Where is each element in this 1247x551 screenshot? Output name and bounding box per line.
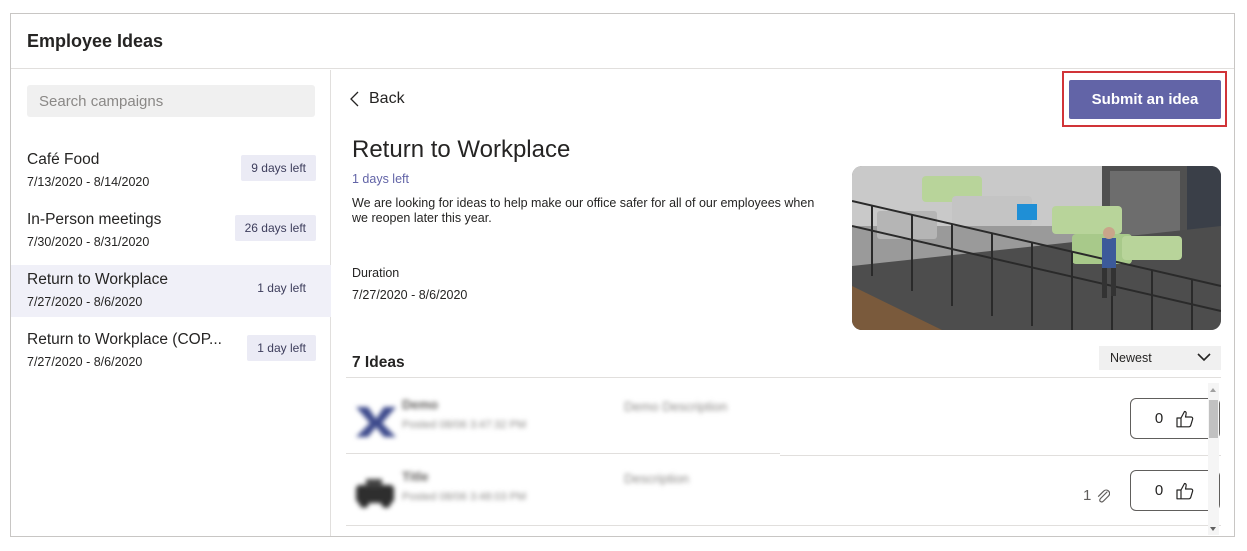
campaign-dates: 7/27/2020 - 8/6/2020 — [27, 355, 143, 369]
campaign-item-in-person-meetings[interactable]: In-Person meetings 7/30/2020 - 8/31/2020… — [11, 205, 331, 257]
chevron-down-icon — [1197, 353, 1211, 362]
idea-thumbnail — [356, 407, 396, 437]
paperclip-icon — [1098, 488, 1111, 502]
duration-label: Duration — [352, 266, 400, 280]
idea-meta: Posted 08/06 3:47:32 PM — [402, 419, 527, 431]
back-label: Back — [369, 90, 405, 107]
like-count: 0 — [1154, 410, 1164, 427]
campaign-name: Return to Workplace — [27, 271, 168, 288]
idea-description: Description — [624, 471, 690, 486]
idea-meta: Posted 08/06 3:48:03 PM — [402, 491, 527, 503]
scroll-down-arrow-icon[interactable] — [1210, 527, 1216, 531]
thumbs-up-icon — [1176, 482, 1194, 499]
chevron-left-icon — [350, 91, 359, 107]
campaign-sidebar: Café Food 7/13/2020 - 8/14/2020 9 days l… — [11, 70, 331, 536]
days-left-badge: 26 days left — [234, 215, 316, 241]
divider — [346, 525, 1221, 526]
days-left-badge: 9 days left — [241, 155, 316, 181]
days-left-badge: 1 day left — [257, 281, 306, 295]
days-left-text: 1 days left — [352, 172, 409, 186]
campaign-description: We are looking for ideas to help make ou… — [352, 196, 815, 225]
app-header: Employee Ideas — [11, 14, 1234, 69]
campaign-item-return-to-workplace-cop[interactable]: Return to Workplace (COP... 7/27/2020 - … — [11, 325, 331, 377]
campaign-detail-pane: Back Submit an idea Return to Workplace … — [332, 70, 1234, 536]
divider — [346, 377, 1221, 378]
ideas-count: 7 Ideas — [352, 354, 405, 371]
campaign-item-cafe-food[interactable]: Café Food 7/13/2020 - 8/14/2020 9 days l… — [11, 145, 331, 197]
app-window: Employee Ideas Café Food 7/13/2020 - 8/1… — [10, 13, 1235, 537]
search-campaigns-input[interactable] — [27, 85, 315, 117]
ideas-scrollbar[interactable] — [1208, 383, 1219, 535]
thumbs-up-icon — [1176, 410, 1194, 427]
like-button[interactable]: 0 — [1130, 398, 1220, 439]
days-left-badge: 1 day left — [247, 335, 316, 361]
idea-description: Demo Description — [624, 399, 728, 414]
idea-title: Title — [402, 469, 429, 484]
campaign-title: Return to Workplace — [352, 136, 571, 163]
attachment-count: 1 — [1083, 487, 1092, 504]
idea-row[interactable]: Demo Posted 08/06 3:47:32 PM Demo Descri… — [346, 383, 1221, 453]
campaign-name: Return to Workplace (COP... — [27, 331, 222, 348]
like-count: 0 — [1154, 482, 1164, 499]
campaign-name: In-Person meetings — [27, 211, 162, 228]
campaign-dates: 7/27/2020 - 8/6/2020 — [27, 295, 143, 309]
idea-row[interactable]: Title Posted 08/06 3:48:03 PM Descriptio… — [346, 455, 1221, 525]
back-button[interactable]: Back — [350, 90, 405, 108]
idea-thumbnail — [356, 479, 394, 508]
scroll-thumb[interactable] — [1209, 400, 1218, 438]
campaign-dates: 7/30/2020 - 8/31/2020 — [27, 235, 150, 249]
submit-idea-button[interactable]: Submit an idea — [1069, 80, 1221, 119]
campaign-item-return-to-workplace[interactable]: Return to Workplace 7/27/2020 - 8/6/2020… — [11, 265, 331, 317]
scroll-up-arrow-icon[interactable] — [1210, 388, 1216, 392]
attachment-indicator: 1 — [1083, 487, 1111, 504]
duration-value: 7/27/2020 - 8/6/2020 — [352, 288, 468, 302]
like-button[interactable]: 0 — [1130, 470, 1220, 511]
sort-dropdown[interactable]: Newest — [1099, 346, 1221, 370]
campaign-dates: 7/13/2020 - 8/14/2020 — [27, 175, 150, 189]
sort-selected-value: Newest — [1110, 351, 1152, 365]
app-title: Employee Ideas — [27, 31, 164, 51]
idea-title: Demo — [402, 397, 439, 412]
divider — [346, 453, 780, 454]
campaign-name: Café Food — [27, 151, 100, 168]
campaign-image — [852, 166, 1221, 330]
